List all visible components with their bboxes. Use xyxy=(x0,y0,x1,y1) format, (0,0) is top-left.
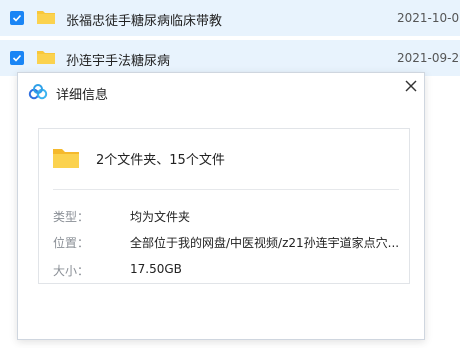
type-label: 类型： xyxy=(53,210,90,224)
file-date: 2021-09-29 xyxy=(397,51,460,65)
size-label: 大小： xyxy=(53,264,90,278)
file-row[interactable]: 张福忠徒手糖尿病临床带教 2021-10-05 xyxy=(0,0,460,37)
close-icon[interactable] xyxy=(404,79,418,93)
dialog-title: 详细信息 xyxy=(56,88,109,103)
details-panel: 2个文件夹、15个文件 类型： 均为文件夹 位置： 全部位于我的网盘/中医视频/… xyxy=(38,128,410,284)
type-value: 均为文件夹 xyxy=(130,210,191,224)
folder-icon xyxy=(37,11,55,24)
divider xyxy=(53,189,399,190)
folder-icon xyxy=(37,51,55,64)
details-dialog: 详细信息 2个文件夹、15个文件 类型： 均为文件夹 位置： 全部位于我的网盘/… xyxy=(17,72,425,340)
location-label: 位置： xyxy=(53,236,90,250)
folder-icon xyxy=(53,149,79,168)
file-name[interactable]: 孙连宇手法糖尿病 xyxy=(66,50,170,69)
location-value: 全部位于我的网盘/中医视频/z21孙连宇道家点穴... xyxy=(130,236,400,250)
file-name[interactable]: 张福忠徒手糖尿病临床带教 xyxy=(66,10,222,29)
selection-summary: 2个文件夹、15个文件 xyxy=(96,153,225,168)
size-value: 17.50GB xyxy=(130,262,182,276)
checkbox-checked-icon[interactable] xyxy=(10,11,24,25)
checkbox-checked-icon[interactable] xyxy=(10,51,24,65)
baidu-netdisk-logo-icon xyxy=(28,84,48,100)
file-date: 2021-10-05 xyxy=(397,11,460,25)
